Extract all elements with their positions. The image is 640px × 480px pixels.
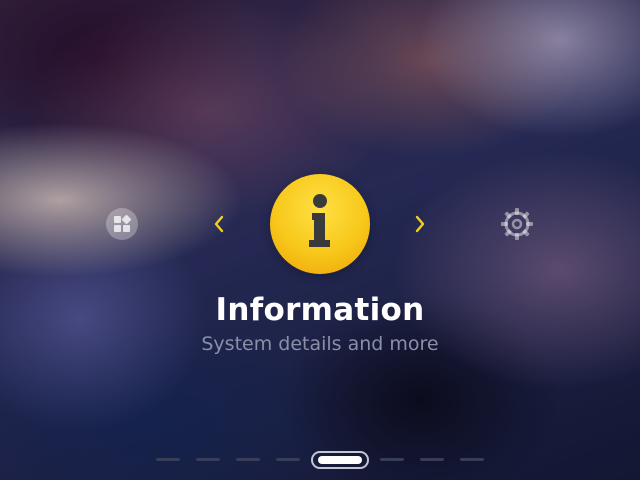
page-dot[interactable]	[460, 458, 484, 461]
page-dot[interactable]	[276, 458, 300, 461]
page-dot[interactable]	[380, 458, 404, 461]
page-dot[interactable]	[156, 458, 180, 461]
page-dot[interactable]	[236, 458, 260, 461]
next-arrow-icon[interactable]	[413, 212, 427, 236]
page-indicator	[0, 451, 640, 469]
page-subtitle: System details and more	[201, 333, 439, 355]
page-dot[interactable]	[420, 458, 444, 461]
page-dot[interactable]	[196, 458, 220, 461]
info-icon[interactable]	[270, 174, 370, 274]
page-dot-active[interactable]	[311, 451, 369, 469]
page-title: Information	[215, 292, 425, 328]
apps-icon[interactable]	[105, 207, 139, 241]
gear-icon[interactable]	[500, 207, 534, 241]
previous-arrow-icon[interactable]	[212, 212, 226, 236]
